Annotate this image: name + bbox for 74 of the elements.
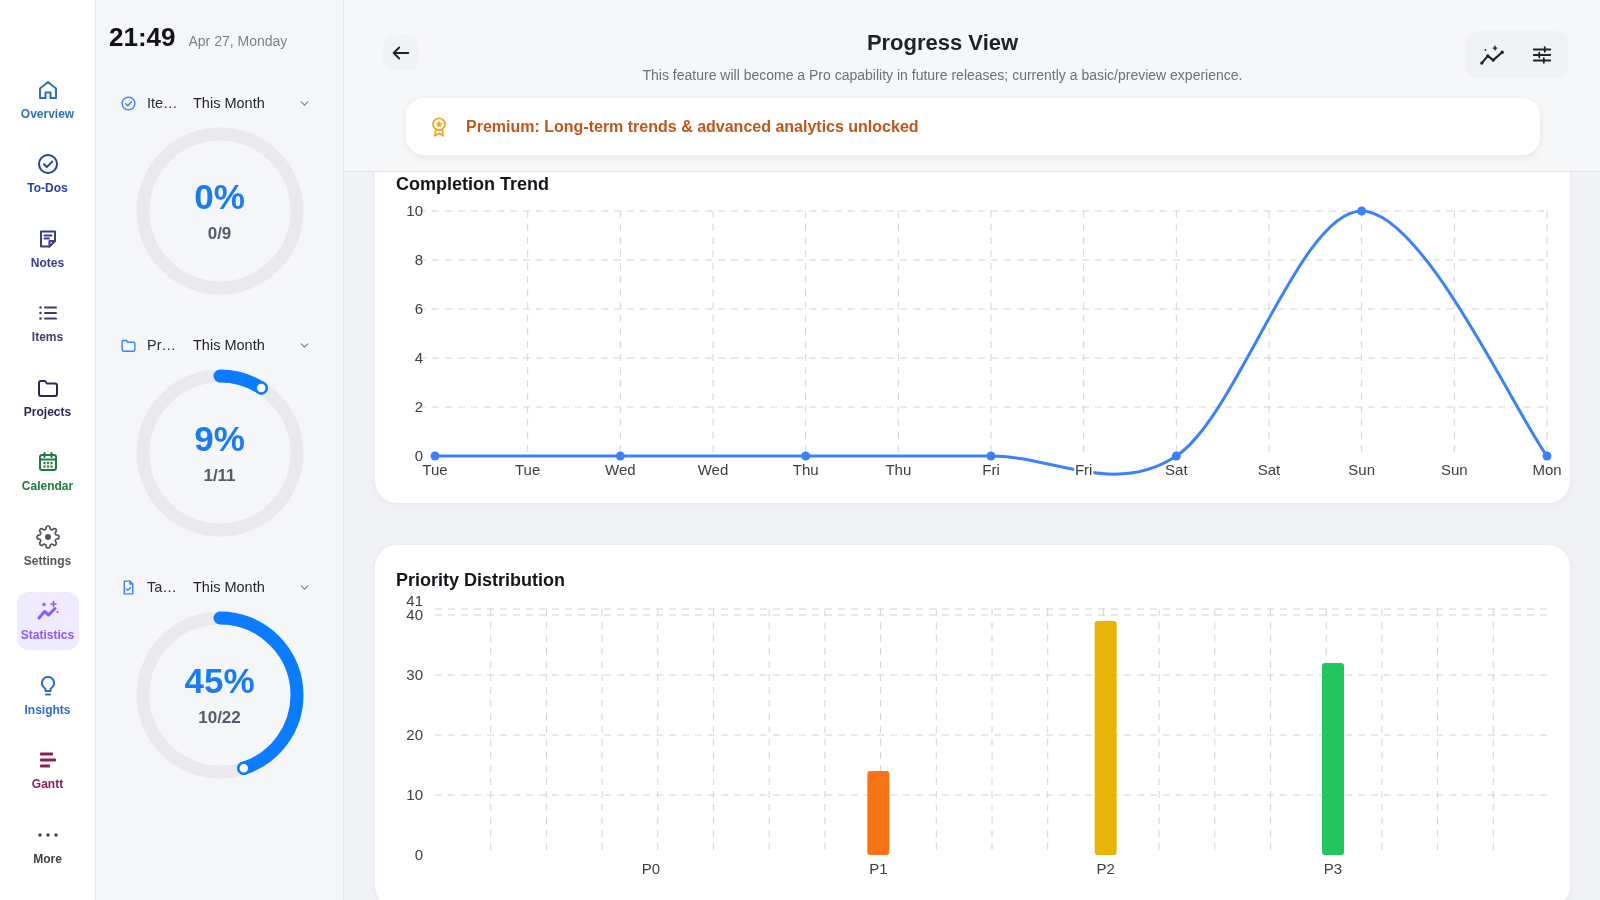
percent-value: 9% — [194, 420, 245, 458]
nav-item[interactable]: Insights — [16, 666, 79, 724]
data-point — [1171, 451, 1181, 461]
axis-tick-label: P2 — [1096, 860, 1115, 877]
gauge-label: Ta… — [147, 579, 178, 595]
period-dropdown[interactable]: This Month — [193, 579, 311, 595]
axis-tick-label: Tue — [422, 461, 448, 478]
axis-tick-label: 10 — [406, 202, 423, 219]
banner-text: Premium: Long-term trends & advanced analytics unlocked — [466, 117, 919, 136]
data-point — [801, 451, 811, 461]
percent-value: 0% — [194, 178, 245, 216]
check-circle-icon — [120, 94, 137, 112]
data-point — [1542, 451, 1552, 461]
progress-count: 10/22 — [198, 708, 241, 728]
axis-tick-label: Fri — [982, 461, 1000, 478]
page-subtitle: This feature will become a Pro capability in future releases; currently a basic/preview experience. — [641, 66, 1244, 84]
nav-item[interactable]: More — [16, 815, 79, 873]
back-button[interactable] — [383, 35, 419, 71]
chart-title: Completion Trend — [395, 173, 550, 196]
axis-tick-label: Sat — [1257, 461, 1281, 478]
line-chart-icon — [1480, 45, 1504, 65]
nav-item[interactable]: Items — [16, 293, 79, 352]
axis-tick-label: 41 — [406, 592, 423, 609]
data-point — [615, 451, 625, 461]
check-circle-icon — [35, 152, 60, 176]
data-point — [986, 451, 996, 461]
axis-tick-label: 30 — [406, 666, 423, 683]
clock-time: 21:49 — [109, 22, 176, 53]
axis-tick-label: Wed — [697, 461, 729, 478]
nav-item[interactable]: Overview — [16, 70, 79, 128]
gauge-label: Ite… — [147, 95, 179, 111]
axis-tick-label: Sat — [1165, 461, 1188, 478]
page-title: Progress View — [865, 30, 1020, 56]
data-point — [430, 451, 440, 461]
axis-tick-label: 6 — [414, 300, 423, 317]
progress-count: 1/11 — [203, 466, 236, 486]
axis-tick-label: 4 — [414, 349, 423, 366]
more-dots-icon — [37, 832, 58, 837]
nav-item[interactable]: Gantt — [16, 740, 79, 799]
axis-tick-label: P3 — [1323, 860, 1343, 877]
axis-tick-label: 20 — [406, 726, 423, 743]
axis-tick-label: 10 — [406, 786, 423, 803]
axis-tick-label: P1 — [869, 860, 888, 877]
axis-tick-label: 0 — [414, 846, 423, 863]
axis-tick-label: Wed — [605, 461, 636, 478]
percent-value: 45% — [184, 662, 255, 700]
nav-item[interactable]: Statistics — [16, 591, 79, 650]
progress-knob — [254, 381, 268, 395]
axis-tick-label: Sun — [1441, 461, 1468, 478]
gauge-label: Pr… — [147, 337, 177, 353]
period-dropdown[interactable]: This Month — [193, 95, 311, 111]
period-dropdown[interactable]: This Month — [193, 337, 311, 353]
settings-icon — [35, 524, 60, 549]
axis-tick-label: Thu — [885, 461, 912, 478]
nav-item[interactable]: Calendar — [16, 442, 79, 501]
nav-item[interactable]: Notes — [16, 219, 79, 277]
chart-title: Priority Distribution — [395, 569, 566, 591]
progress-count: 0/9 — [207, 224, 232, 244]
data-point — [1357, 206, 1367, 216]
axis-tick-label: Mon — [1532, 461, 1562, 478]
axis-tick-label: P0 — [641, 860, 661, 877]
clock-date: Apr 27, Monday — [188, 33, 288, 49]
nav-item[interactable]: Projects — [16, 368, 79, 426]
sliders-icon — [1531, 44, 1553, 66]
axis-tick-label: Thu — [792, 461, 819, 478]
nav-item[interactable]: To-Dos — [16, 144, 79, 203]
axis-tick-label: Tue — [515, 461, 541, 478]
axis-tick-label: 2 — [414, 398, 423, 415]
nav-item[interactable]: Settings — [16, 517, 79, 575]
axis-tick-label: 40 — [406, 606, 423, 623]
axis-tick-label: 0 — [414, 447, 423, 464]
progress-knob — [236, 761, 251, 775]
axis-tick-label: Sun — [1348, 461, 1375, 478]
axis-tick-label: 8 — [414, 251, 423, 268]
